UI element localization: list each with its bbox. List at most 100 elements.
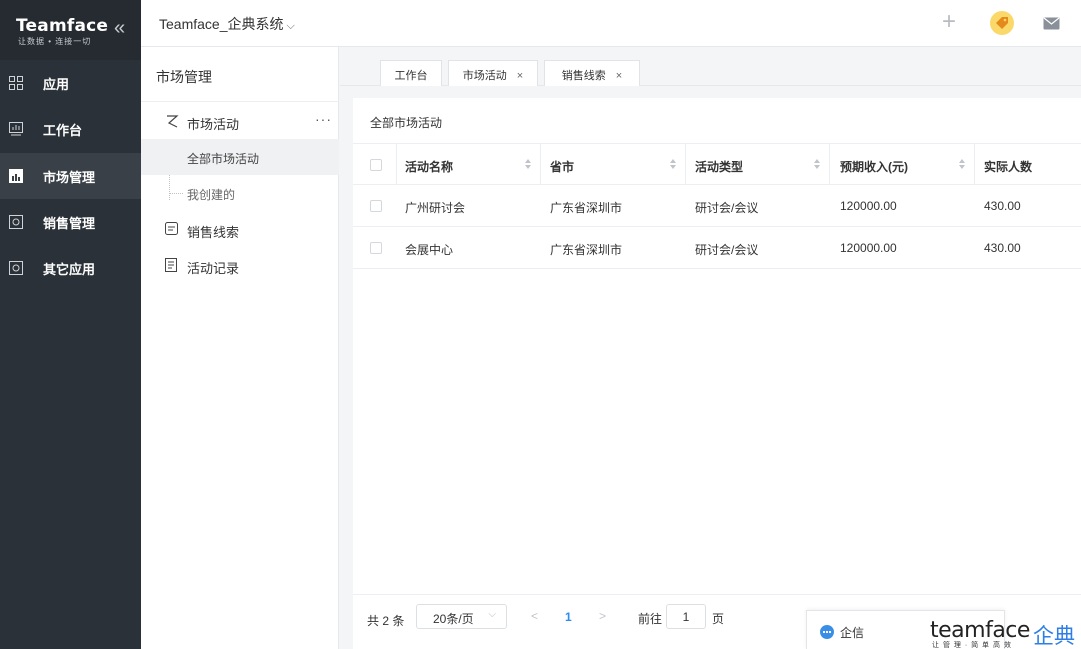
records-icon [165,258,177,272]
subnav-label: 全部市场活动 [187,152,260,166]
module-sidebar: 市场管理 市场活动 ··· 全部市场活动 我创建的 销售线索 活动记录 [141,47,339,649]
subnav-item-my-created[interactable]: 我创建的 [141,175,339,211]
nav-label: 应用 [43,76,70,92]
sort-icon[interactable] [958,158,966,170]
page-size-value: 20条/页 [433,612,474,626]
column-separator [540,144,541,185]
page-size-select[interactable]: 20条/页 ⌵ [416,604,507,629]
main-nav: Teamface 让数据 • 连接一切 « 应用 工作台 市场管理 销售管理 其… [0,0,141,649]
nav-item-workbench[interactable]: 工作台 [0,106,141,152]
cell-region: 广东省深圳市 [550,201,623,215]
main-panel: 全部市场活动 活动名称 省市 活动类型 预期收入(元) 实际人数 广州研讨会 广… [353,98,1081,649]
nav-item-sales[interactable]: 销售管理 [0,199,141,245]
market-icon [9,169,23,183]
nav-label: 其它应用 [43,261,96,277]
cell-activity-name[interactable]: 会展中心 [405,241,453,258]
total-count: 共 2 条 [367,614,405,628]
watermark-logo: teamface 让 管 理 · 简 单 高 效 企典 [930,618,1081,649]
tab-label: 市场活动 [462,70,507,82]
sort-icon[interactable] [524,158,532,170]
column-header[interactable]: 活动名称 [405,158,453,175]
column-separator [974,144,975,185]
subnav-item-all-activities[interactable]: 全部市场活动 [141,139,339,175]
cell-expected-revenue: 120000.00 [840,241,897,255]
table-header: 活动名称 省市 活动类型 预期收入(元) 实际人数 [353,143,1081,185]
column-header[interactable]: 实际人数 [984,158,1032,175]
close-icon[interactable]: × [616,70,622,82]
subnav-label: 销售线索 [187,225,240,240]
system-switcher[interactable]: Teamface_企典系统 ⌵ [159,14,295,34]
cell-actual-count: 430.00 [984,199,1021,213]
column-header[interactable]: 活动类型 [695,158,743,175]
column-header[interactable]: 预期收入(元) [840,158,908,175]
activity-icon [167,115,179,128]
tag-icon[interactable] [990,11,1014,35]
cell-activity-type: 研讨会/会议 [695,243,759,257]
sales-icon [9,215,23,229]
goto-page-input[interactable]: 1 [666,604,706,629]
subnav-item-market-activity[interactable]: 市场活动 ··· [141,103,339,139]
system-title: Teamface_企典系统 [159,16,284,32]
other-apps-icon [9,261,23,275]
nav-item-apps[interactable]: 应用 [0,60,141,106]
view-title: 全部市场活动 [370,116,443,130]
cell-region: 广东省深圳市 [550,243,623,257]
table-row[interactable]: 广州研讨会 广东省深圳市 研讨会/会议 120000.00 430.00 [353,185,1081,227]
subnav-label: 活动记录 [187,261,240,276]
column-separator [829,144,830,185]
row-checkbox[interactable] [370,200,382,212]
plus-icon[interactable]: + [942,10,956,34]
tab-label: 工作台 [394,70,428,82]
sort-icon[interactable] [813,158,821,170]
subnav-label: 我创建的 [187,188,236,202]
goto-label: 前往 [638,612,663,626]
chat-label: 企信 [840,626,865,640]
tab-workbench[interactable]: 工作台 [380,60,442,86]
page-number-current[interactable]: 1 [565,610,572,624]
cell-expected-revenue: 120000.00 [840,199,897,213]
subnav-item-activity-records[interactable]: 活动记录 [141,247,339,283]
sort-icon[interactable] [669,158,677,170]
prev-page-button[interactable]: < [531,609,538,623]
table-row[interactable]: 会展中心 广东省深圳市 研讨会/会议 120000.00 430.00 [353,227,1081,269]
chevron-down-icon: ⌵ [488,609,496,620]
cell-activity-type: 研讨会/会议 [695,201,759,215]
apps-icon [9,76,23,90]
leads-icon [165,222,178,235]
column-separator [396,144,397,185]
mail-icon[interactable] [1043,17,1060,30]
select-all-checkbox[interactable] [370,159,382,171]
nav-item-market[interactable]: 市场管理 [0,153,141,199]
divider [141,101,339,102]
more-icon[interactable]: ··· [315,111,332,127]
cell-activity-name[interactable]: 广州研讨会 [405,199,465,216]
column-header[interactable]: 省市 [550,158,574,175]
top-bar: Teamface_企典系统 ⌵ + [141,0,1081,47]
chat-icon [820,625,834,639]
column-separator [685,144,686,185]
watermark-brand: 企典 [1033,625,1075,648]
cell-actual-count: 430.00 [984,241,1021,255]
nav-label: 工作台 [43,122,83,138]
subnav-label: 市场活动 [187,117,240,132]
chevron-down-icon: ⌵ [286,20,295,32]
subnav-item-sales-leads[interactable]: 销售线索 [141,211,339,247]
brand: Teamface 让数据 • 连接一切 « [0,0,141,60]
row-checkbox[interactable] [370,242,382,254]
next-page-button[interactable]: > [599,609,606,623]
goto-suffix: 页 [712,612,725,626]
collapse-icon[interactable]: « [114,18,125,38]
brand-name: Teamface [16,16,109,36]
module-title: 市场管理 [156,69,212,85]
workbench-icon [9,122,23,136]
page-tabs: 工作台 市场活动 × 销售线索 × [340,47,1081,86]
close-icon[interactable]: × [517,70,523,82]
tab-market-activity[interactable]: 市场活动 × [448,60,538,86]
brand-slogan: 让数据 • 连接一切 [18,37,92,46]
nav-label: 销售管理 [43,215,96,231]
tab-sales-leads[interactable]: 销售线索 × [544,60,640,86]
nav-label: 市场管理 [43,169,96,185]
watermark-slogan: 让 管 理 · 简 单 高 效 [932,642,1012,649]
nav-item-other-apps[interactable]: 其它应用 [0,245,141,291]
tab-label: 销售线索 [561,70,606,82]
